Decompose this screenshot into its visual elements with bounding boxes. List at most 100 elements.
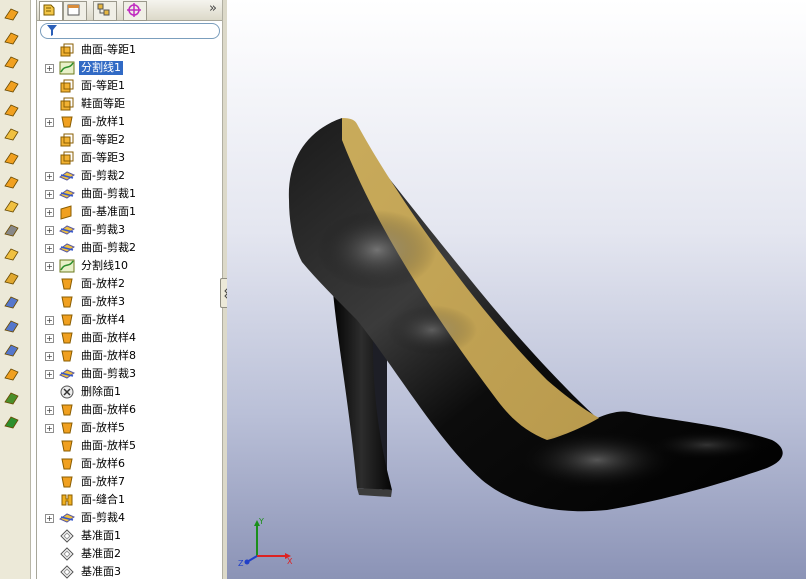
tree-item-label: 分割线10 — [81, 259, 128, 272]
tree-item[interactable]: 面-等距2 — [37, 131, 207, 149]
tree-item[interactable]: 面-等距1 — [37, 77, 207, 95]
expand-toggle[interactable]: + — [45, 244, 54, 253]
expand-toggle[interactable]: + — [45, 190, 54, 199]
loft-icon — [61, 404, 73, 416]
tree-item[interactable]: + 曲面-剪裁3 — [37, 365, 207, 383]
graphics-area[interactable]: Y X Z — [227, 0, 806, 579]
offset-surface-icon[interactable] — [3, 150, 21, 166]
expand-toggle[interactable]: + — [45, 64, 54, 73]
expand-toggle[interactable]: + — [45, 406, 54, 415]
thicken-icon[interactable] — [3, 270, 21, 286]
expand-toggle[interactable]: + — [45, 424, 54, 433]
expand-toggle[interactable]: + — [45, 226, 54, 235]
tree-item[interactable]: + 面-剪裁4 — [37, 509, 207, 527]
surfaces-toolbar — [0, 0, 31, 579]
tree-item[interactable]: + 曲面-放样6 — [37, 401, 207, 419]
tree-item[interactable]: 面-等距3 — [37, 149, 207, 167]
filter-input[interactable] — [40, 23, 220, 39]
offset-surface-icon — [60, 79, 74, 93]
tree-item[interactable]: + 分割线1 — [37, 59, 207, 77]
expand-toggle[interactable]: + — [45, 316, 54, 325]
tree-item[interactable]: + 曲面-剪裁1 — [37, 185, 207, 203]
loft-icon — [61, 278, 73, 290]
tree-item-label: 曲面-放样6 — [81, 403, 136, 416]
expand-toggle[interactable]: + — [45, 514, 54, 523]
tree-item-label: 鞋面等距 — [81, 97, 125, 110]
swept-surface-icon[interactable] — [3, 54, 21, 70]
featuremanager-tab[interactable] — [39, 1, 63, 21]
tree-item[interactable]: 删除面1 — [37, 383, 207, 401]
knit-surface-icon[interactable] — [3, 246, 21, 262]
split-line-icon — [59, 259, 75, 273]
split-line-icon[interactable] — [3, 414, 21, 430]
tree-item[interactable]: + 面-剪裁3 — [37, 221, 207, 239]
loft-icon — [61, 350, 73, 362]
dimxpert-tab[interactable] — [123, 1, 147, 21]
more-tabs-button[interactable]: » — [209, 1, 217, 16]
propertymanager-tab[interactable] — [63, 1, 87, 21]
expand-toggle[interactable]: + — [45, 262, 54, 271]
offset-surface-icon — [60, 133, 74, 147]
tree-item-label: 面-放样4 — [81, 313, 125, 326]
tree-item-label: 面-剪裁4 — [81, 511, 125, 524]
tree-item-label: 面-剪裁3 — [81, 223, 125, 236]
trim-surface-icon[interactable] — [3, 294, 21, 310]
loft-icon — [61, 116, 73, 128]
trim-surface-icon — [59, 513, 75, 523]
loft-icon — [61, 476, 73, 488]
loft-icon — [61, 422, 73, 434]
tree-item[interactable]: 基准面2 — [37, 545, 207, 563]
expand-toggle[interactable]: + — [45, 370, 54, 379]
extruded-surface-icon[interactable] — [3, 6, 21, 22]
lofted-surface-icon[interactable] — [3, 78, 21, 94]
tree-item[interactable]: 面-缝合1 — [37, 491, 207, 509]
tree-item[interactable]: + 曲面-剪裁2 — [37, 239, 207, 257]
trim-surface-icon — [59, 171, 75, 181]
offset-surface-icon — [60, 97, 74, 111]
ruled-surface-icon[interactable] — [3, 174, 21, 190]
boundary-surface-icon[interactable] — [3, 102, 21, 118]
tree-item[interactable]: + 面-放样1 — [37, 113, 207, 131]
tree-item[interactable]: + 曲面-放样8 — [37, 347, 207, 365]
expand-toggle[interactable]: + — [45, 334, 54, 343]
loft-icon — [61, 332, 73, 344]
tree-item-label: 面-等距1 — [81, 79, 125, 92]
configurationmanager-tab[interactable] — [93, 1, 117, 21]
tree-item[interactable]: + 曲面-放样4 — [37, 329, 207, 347]
fill-surface-icon[interactable] — [3, 198, 21, 214]
expand-toggle[interactable]: + — [45, 118, 54, 127]
tree-item[interactable]: + 面-基准面1 — [37, 203, 207, 221]
tree-item[interactable]: 面-放样7 — [37, 473, 207, 491]
tree-item[interactable]: 面-放样3 — [37, 293, 207, 311]
untrim-surface-icon[interactable] — [3, 318, 21, 334]
move-face-icon[interactable] — [3, 390, 21, 406]
extend-surface-icon[interactable] — [3, 342, 21, 358]
tree-item[interactable]: + 面-放样5 — [37, 419, 207, 437]
replace-face-icon[interactable] — [3, 366, 21, 382]
tree-item-label: 面-放样3 — [81, 295, 125, 308]
expand-toggle[interactable]: + — [45, 352, 54, 361]
tree-item[interactable]: + 分割线10 — [37, 257, 207, 275]
high-heel-shoe-model[interactable] — [227, 0, 806, 579]
tree-item[interactable]: 曲面-放样5 — [37, 437, 207, 455]
tree-item[interactable]: 基准面1 — [37, 527, 207, 545]
x-axis-label: X — [287, 557, 293, 566]
delete-face-icon[interactable] — [3, 222, 21, 238]
tree-item[interactable]: 鞋面等距 — [37, 95, 207, 113]
tree-item-label: 曲面-放样8 — [81, 349, 136, 362]
tree-item-label: 面-放样6 — [81, 457, 125, 470]
tree-item[interactable]: + 面-剪裁2 — [37, 167, 207, 185]
tree-item-label: 面-剪裁2 — [81, 169, 125, 182]
tree-item[interactable]: 面-放样2 — [37, 275, 207, 293]
planar-surface-icon[interactable] — [3, 126, 21, 142]
revolved-surface-icon[interactable] — [3, 30, 21, 46]
expand-toggle[interactable]: + — [45, 208, 54, 217]
tree-item[interactable]: + 面-放样4 — [37, 311, 207, 329]
loft-icon — [61, 314, 73, 326]
tree-item[interactable]: 基准面3 — [37, 563, 207, 581]
tree-item[interactable]: 曲面-等距1 — [37, 41, 207, 59]
tree-item[interactable]: 面-放样6 — [37, 455, 207, 473]
tree-item-label: 删除面1 — [81, 385, 121, 398]
y-axis-label: Y — [258, 517, 264, 526]
expand-toggle[interactable]: + — [45, 172, 54, 181]
